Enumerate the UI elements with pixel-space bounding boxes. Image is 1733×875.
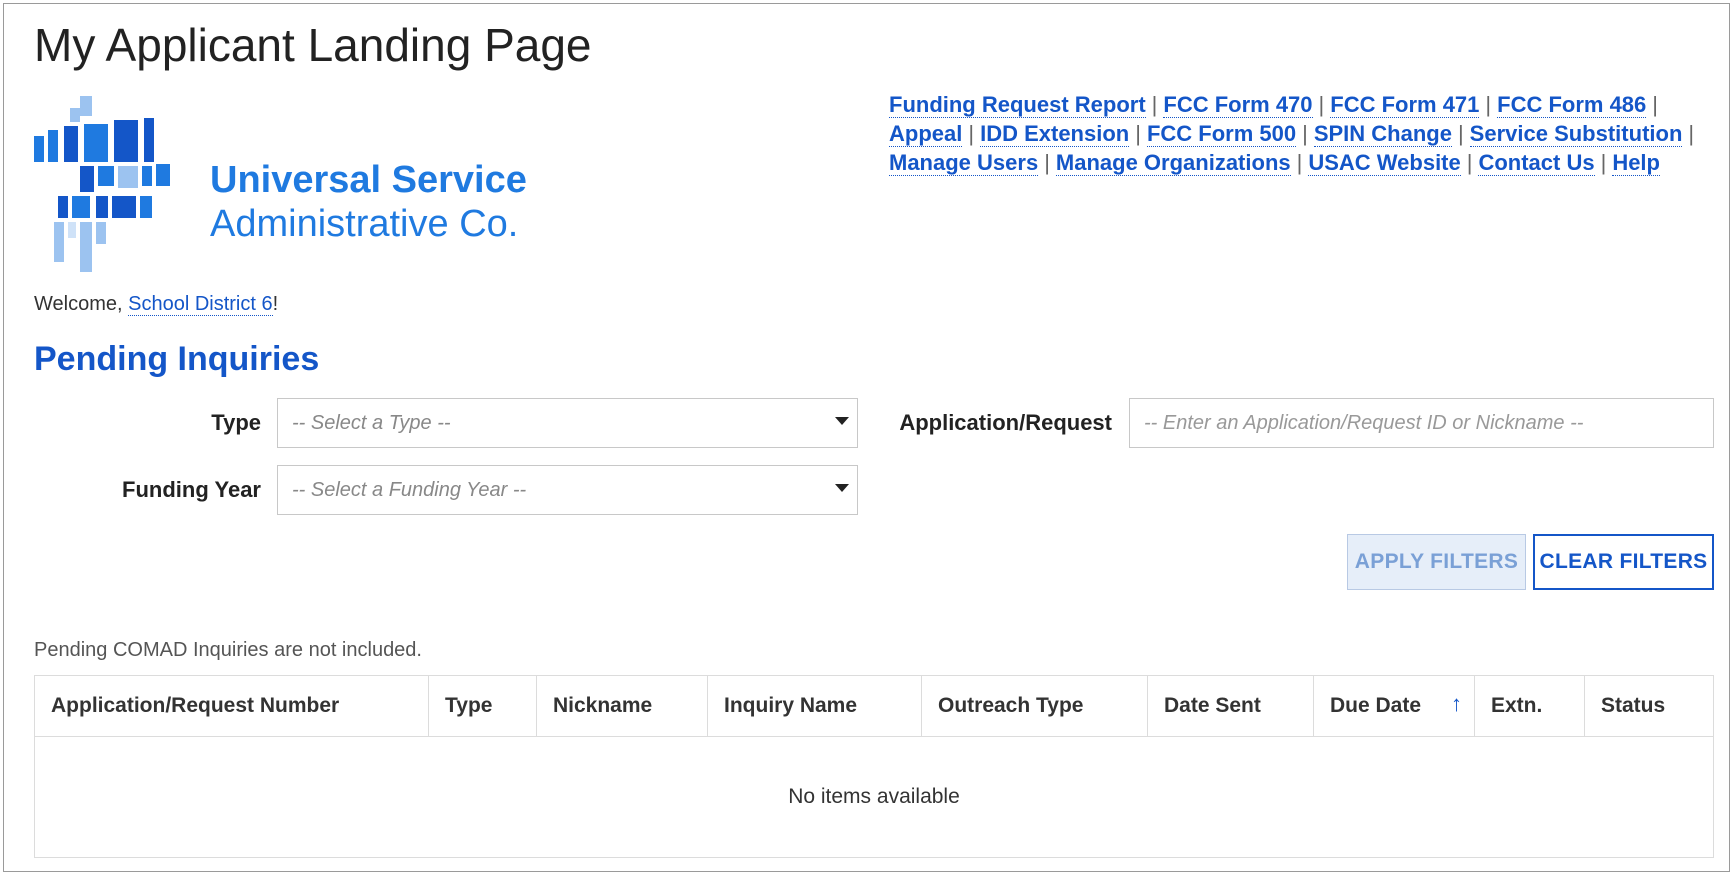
- column-outreach-type[interactable]: Outreach Type: [922, 676, 1148, 736]
- link-fcc-form-470[interactable]: FCC Form 470: [1163, 92, 1313, 118]
- link-contact-us[interactable]: Contact Us: [1478, 150, 1595, 176]
- column-nickname[interactable]: Nickname: [537, 676, 708, 736]
- funding-year-label: Funding Year: [122, 477, 261, 502]
- link-spin-change[interactable]: SPIN Change: [1313, 121, 1452, 147]
- link-idd-extension[interactable]: IDD Extension: [980, 121, 1130, 147]
- usac-logo[interactable]: [34, 96, 204, 281]
- logo-line-1: Universal Service: [210, 159, 527, 201]
- link-help[interactable]: Help: [1612, 150, 1660, 176]
- type-label: Type: [211, 410, 261, 435]
- clear-filters-button[interactable]: CLEAR FILTERS: [1533, 534, 1714, 590]
- link-service-substitution[interactable]: Service Substitution: [1469, 121, 1683, 147]
- welcome-message: Welcome, School District 6!: [34, 293, 278, 316]
- usac-logo-text: Universal Service Administrative Co.: [210, 158, 527, 246]
- table-header: Application/Request Number Type Nickname…: [35, 676, 1713, 737]
- link-usac-website[interactable]: USAC Website: [1308, 150, 1461, 176]
- column-extension[interactable]: Extn.: [1475, 676, 1585, 736]
- link-fcc-form-486[interactable]: FCC Form 486: [1497, 92, 1647, 118]
- link-fcc-form-471[interactable]: FCC Form 471: [1330, 92, 1480, 118]
- link-fcc-form-500[interactable]: FCC Form 500: [1146, 121, 1297, 147]
- comad-note: Pending COMAD Inquiries are not included…: [34, 639, 422, 661]
- section-title: Pending Inquiries: [34, 340, 320, 378]
- type-select[interactable]: -- Select a Type --: [277, 398, 858, 448]
- funding-year-select[interactable]: -- Select a Funding Year --: [277, 465, 858, 515]
- column-date-sent[interactable]: Date Sent: [1148, 676, 1314, 736]
- usac-logo-mark: [34, 96, 170, 272]
- arrow-up-icon: ↑: [1451, 691, 1462, 716]
- link-manage-users[interactable]: Manage Users: [889, 150, 1039, 176]
- link-manage-organizations[interactable]: Manage Organizations: [1055, 150, 1291, 176]
- funding-year-select-placeholder: -- Select a Funding Year --: [292, 479, 527, 501]
- column-type[interactable]: Type: [429, 676, 537, 736]
- link-funding-request-report[interactable]: Funding Request Report: [889, 92, 1146, 118]
- column-due-date[interactable]: Due Date ↑: [1314, 676, 1475, 736]
- inquiries-table: Application/Request Number Type Nickname…: [34, 675, 1714, 858]
- column-status[interactable]: Status: [1585, 676, 1713, 736]
- type-select-placeholder: -- Select a Type --: [292, 412, 451, 434]
- page-frame: My Applicant Landing Page Universal Serv…: [3, 3, 1730, 872]
- column-inquiry-name[interactable]: Inquiry Name: [708, 676, 922, 736]
- application-request-input[interactable]: [1129, 398, 1714, 448]
- logo-line-2: Administrative Co.: [210, 203, 519, 245]
- application-request-label: Application/Request: [899, 410, 1112, 435]
- organization-link[interactable]: School District 6: [128, 293, 273, 316]
- column-application-request-number[interactable]: Application/Request Number: [35, 676, 429, 736]
- welcome-suffix: !: [272, 293, 279, 315]
- chevron-down-icon: [835, 484, 849, 492]
- quick-links: Funding Request Report | FCC Form 470 | FCC …: [889, 92, 1695, 176]
- link-appeal[interactable]: Appeal: [889, 121, 963, 147]
- apply-filters-button[interactable]: APPLY FILTERS: [1347, 534, 1526, 590]
- chevron-down-icon: [835, 417, 849, 425]
- empty-message: No items available: [788, 784, 960, 808]
- welcome-prefix: Welcome,: [34, 293, 129, 315]
- page-title: My Applicant Landing Page: [34, 19, 592, 71]
